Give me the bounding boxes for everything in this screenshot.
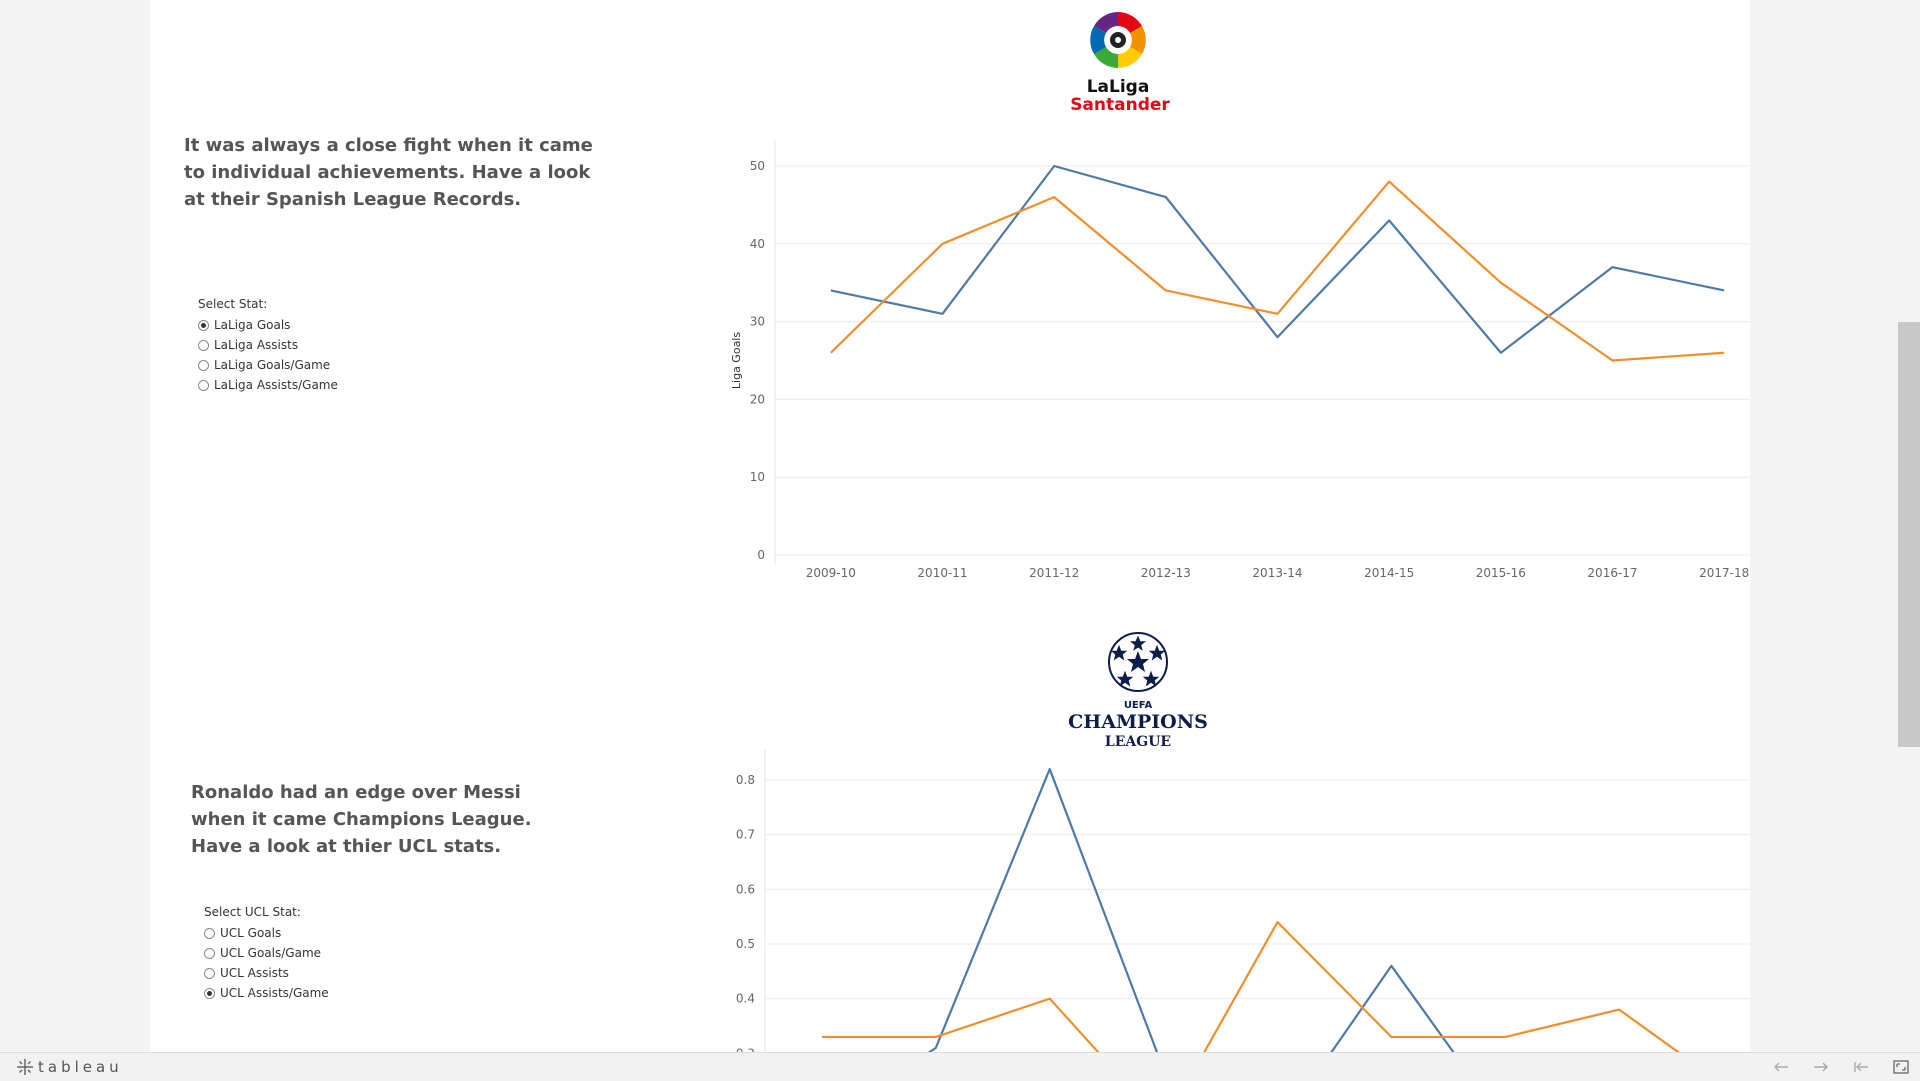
x-tick-label: 2010-11 [917,566,967,580]
ucl-logo-line2: CHAMPIONS [1068,711,1208,733]
y-tick-label: 30 [750,315,765,329]
series-line-0 [927,767,1455,1052]
tableau-toolbar: tableau [0,1052,1920,1081]
y-tick-label: 40 [750,237,765,251]
laliga-option-label: LaLiga Goals [214,318,291,332]
laliga-option-label: LaLiga Assists [214,338,299,352]
ucl-option-goals-per-game[interactable]: UCL Goals/Game [204,943,329,963]
ucl-option-label: UCL Goals/Game [220,946,322,960]
radio-button[interactable] [198,379,209,391]
ucl-option-assists-per-game[interactable]: UCL Assists/Game [204,983,329,1003]
y-tick-label: 50 [750,159,765,173]
vertical-scrollbar-thumb[interactable] [1898,322,1920,747]
x-tick-label: 2009-10 [806,566,856,580]
laliga-logo: LaLiga Santander [1070,12,1170,114]
radio-button[interactable] [204,947,215,959]
radio-button[interactable] [198,319,209,331]
laliga-option-label: LaLiga Assists/Game [214,378,338,392]
series-line-1 [830,180,1725,362]
tableau-brand-text: tableau [38,1058,123,1076]
y-tick-label: 20 [750,392,765,406]
revert-icon[interactable] [1850,1057,1872,1077]
laliga-option-assists-per-game[interactable]: LaLiga Assists/Game [198,375,338,395]
tableau-logo-icon [17,1059,33,1075]
laliga-line-chart[interactable]: 0 10 20 30 40 50 2009-10 2010-11 2011-12 2012-13 2… [570,140,1750,600]
dashboard-canvas: LaLiga Santander It was always a close f… [150,0,1750,1052]
radio-button[interactable] [198,339,209,351]
ucl-intro-text: Ronaldo had an edge over Messi when it c… [191,782,532,857]
x-tick-label: 2014-15 [1364,566,1414,580]
y-tick-label: 0 [757,548,765,562]
laliga-option-assists[interactable]: LaLiga Assists [198,335,338,355]
y-tick-label: 0.6 [736,882,755,896]
ucl-logo: UEFA CHAMPIONS LEAGUE [1068,632,1208,750]
radio-button[interactable] [198,359,209,371]
y-tick-label: 0.8 [736,773,755,787]
ucl-logo-line3: LEAGUE [1105,734,1171,750]
y-tick-label: 0.7 [736,828,755,842]
laliga-stat-selector-title: Select Stat: [198,297,268,311]
y-tick-label: 0.4 [736,992,755,1006]
ucl-logo-line1: UEFA [1124,700,1153,711]
laliga-option-goals[interactable]: LaLiga Goals [198,315,338,335]
laliga-stat-selector: Select Stat: LaLiga Goals LaLiga Assists… [198,297,338,395]
ucl-option-assists[interactable]: UCL Assists [204,963,329,983]
y-axis-title: Liga Goals [730,332,743,389]
laliga-intro-text: It was always a close fight when it came… [184,135,593,210]
laliga-option-label: LaLiga Goals/Game [214,358,331,372]
radio-button[interactable] [204,927,215,939]
x-tick-label: 2017-18 [1699,566,1749,580]
fullscreen-icon[interactable] [1890,1057,1912,1077]
x-tick-label: 2012-13 [1141,566,1191,580]
series-line-0 [830,164,1725,354]
y-tick-label: 0.5 [736,937,755,951]
laliga-logo-line1: LaLiga [1087,77,1150,97]
x-tick-label: 2016-17 [1587,566,1637,580]
x-tick-label: 2015-16 [1476,566,1526,580]
ucl-option-goals[interactable]: UCL Goals [204,923,329,943]
ucl-option-label: UCL Assists [220,966,289,980]
undo-icon[interactable] [1770,1057,1792,1077]
x-tick-label: 2011-12 [1029,566,1079,580]
ucl-stat-selector-title: Select UCL Stat: [204,905,301,919]
ucl-stat-selector: Select UCL Stat: UCL Goals UCL Goals/Gam… [204,905,329,1003]
laliga-logo-line2: Santander [1070,95,1170,114]
redo-icon[interactable] [1810,1057,1832,1077]
x-tick-label: 2013-14 [1252,566,1302,580]
laliga-option-goals-per-game[interactable]: LaLiga Goals/Game [198,355,338,375]
series-group [821,767,1680,1052]
ucl-option-label: UCL Assists/Game [220,986,329,1000]
ucl-line-chart[interactable]: 0.30.40.50.60.70.8 [570,750,1750,1052]
series-group [830,164,1725,362]
ucl-option-label: UCL Goals [220,926,282,940]
y-tick-label: 10 [750,470,765,484]
series-line-1 [821,921,1680,1052]
radio-button[interactable] [204,987,215,999]
radio-button[interactable] [204,967,215,979]
tableau-brand[interactable]: tableau [16,1058,123,1076]
